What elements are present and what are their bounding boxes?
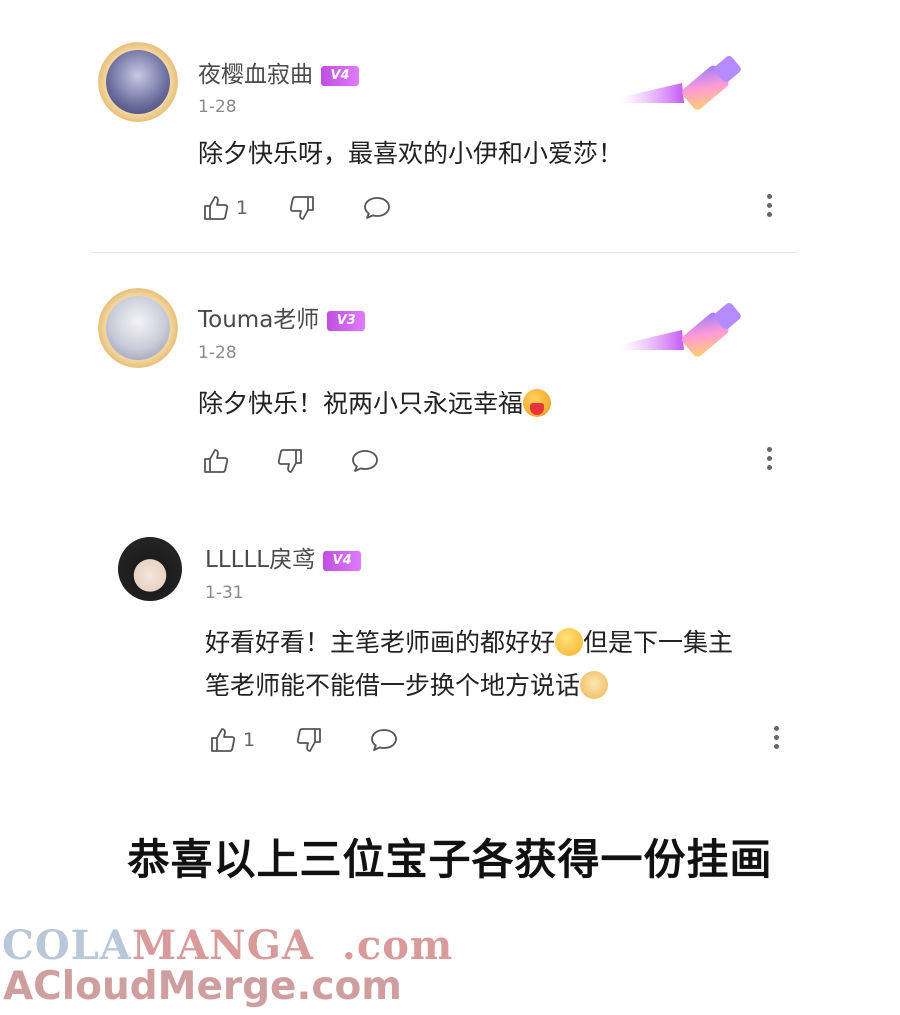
reply-button[interactable] [369,725,399,755]
more-vertical-icon [767,194,772,199]
username-text: 夜樱血寂曲 [198,62,313,88]
like-button[interactable]: 1 [202,193,248,223]
level-badge: V4 [323,550,362,571]
comment-date: 1-28 [198,97,237,117]
thumbs-down-icon [289,196,314,220]
comment-text: 好看好看！主笔老师画的都好好 但是下一集主 笔老师能不能借一步换个地方说话 [205,621,733,707]
more-dot [774,735,779,740]
more-dot [774,744,779,749]
comment-bubble-icon [371,729,397,751]
comment-actions: 1 [209,725,789,755]
dislike-button[interactable] [295,725,323,755]
comment-bubble-icon [364,197,390,219]
paint-brush-icon [622,302,741,357]
thumbs-up-icon [204,196,229,220]
comment-date: 1-28 [198,343,237,363]
comment-date: 1-31 [205,583,244,603]
watermark-line2: ACloudMerge.com [3,964,402,1009]
comment-text: 除夕快乐呀，最喜欢的小伊和小爱莎！ [198,139,624,168]
comment-bubble-icon [352,450,378,472]
comment-text-line1b: 但是下一集主 [583,628,734,657]
username-text: Touma老师 [198,307,320,333]
thumbs-up-icon [204,449,229,473]
thumbs-down-icon [296,728,321,752]
more-dot [767,203,772,208]
celebrate-emoji-icon [555,628,584,656]
more-dot [767,456,772,461]
doge-emoji-icon [580,671,609,699]
watermark-line1: COLAMANGA .com [2,922,453,969]
comment-actions [202,446,782,476]
comment-text-line1: 好看好看！主笔老师画的都好好 [205,628,556,657]
more-button[interactable] [764,194,774,222]
avatar[interactable] [106,296,170,360]
hugging-emoji-icon [523,389,552,417]
dislike-button[interactable] [276,446,304,476]
comment-actions: 1 [202,193,782,223]
dislike-button[interactable] [288,193,316,223]
more-vertical-icon [774,726,779,731]
avatar[interactable] [106,50,170,114]
watermark-part: COLA [2,922,132,969]
more-button[interactable] [771,726,781,754]
like-button[interactable]: 1 [209,725,255,755]
more-dot [767,465,772,470]
more-button[interactable] [764,447,774,475]
like-button[interactable] [202,446,236,476]
thumbs-down-icon [277,449,302,473]
more-dot [767,212,772,217]
watermark-part: .com [341,922,454,969]
username[interactable]: 夜樱血寂曲 V4 [198,55,359,89]
more-vertical-icon [767,447,772,452]
like-count: 1 [236,197,249,219]
level-badge: V4 [321,65,359,86]
username-text: LLLLL戾鸢 [205,547,316,573]
reply-button[interactable] [362,193,392,223]
like-count: 1 [243,729,256,751]
comment-text-line2: 笔老师能不能借一步换个地方说话 [205,671,581,700]
username[interactable]: LLLLL戾鸢 V4 [205,540,362,574]
paint-brush-icon [622,55,741,110]
thumbs-up-icon [211,728,236,752]
avatar[interactable] [118,537,182,601]
reply-button[interactable] [350,446,380,476]
comment-text-body: 除夕快乐！祝两小只永远幸福 [198,389,524,418]
username[interactable]: Touma老师 V3 [198,300,366,334]
level-badge: V3 [327,310,366,331]
comment-text: 除夕快乐！祝两小只永远幸福 [198,382,552,425]
watermark-part: MANGA [131,922,314,969]
announcement-caption: 恭喜以上三位宝子各获得一份挂画 [127,835,773,884]
divider [90,252,796,253]
